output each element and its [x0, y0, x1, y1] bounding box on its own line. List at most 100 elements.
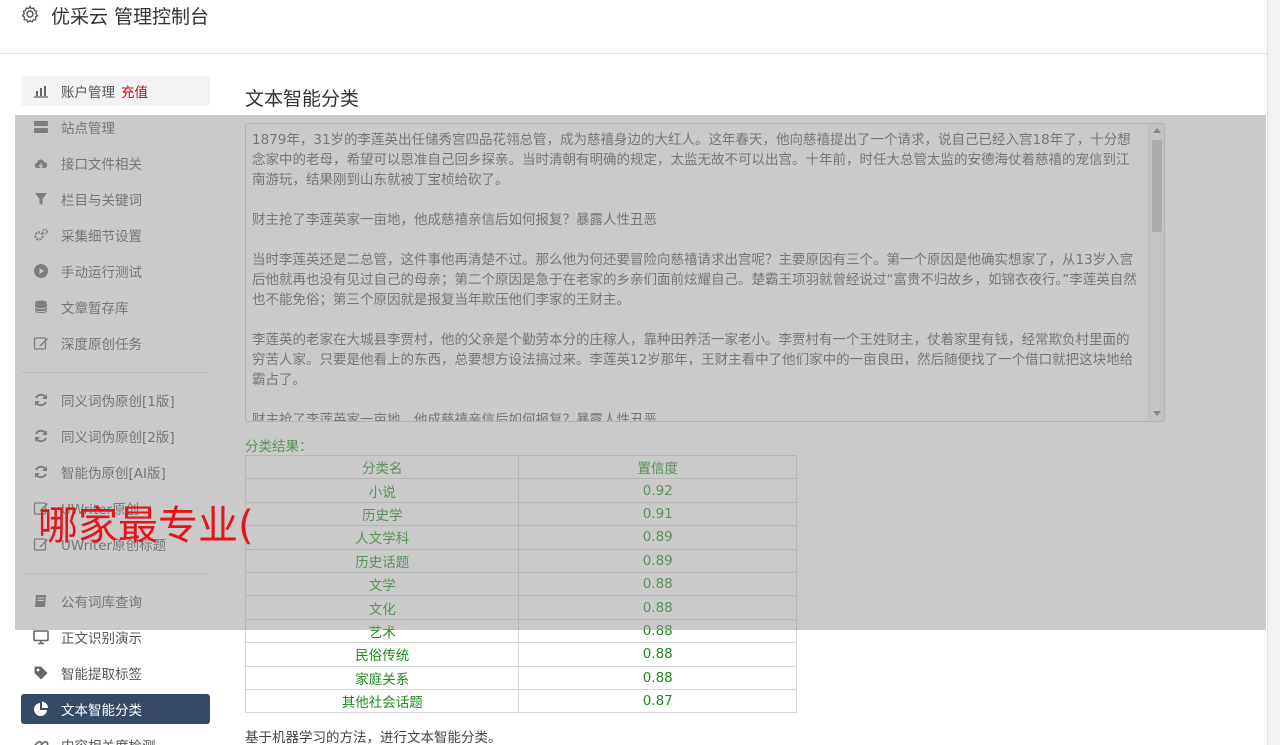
- edit-icon: [32, 335, 49, 352]
- text-paragraph: 财主抢了李莲英家一亩地，他成慈禧亲信后如何报复？暴露人性丑恶: [252, 412, 657, 422]
- table-row: 艺术 0.88: [244, 618, 797, 644]
- refresh-icon: [32, 464, 49, 481]
- category-cell: 文化: [244, 595, 520, 620]
- watermark-text: 哪家最专业(: [38, 503, 254, 549]
- sidebar-item-label: 内容相关度检测: [61, 735, 156, 745]
- refresh-icon: [32, 392, 49, 409]
- sidebar-item-interface[interactable]: 接口文件相关: [21, 148, 210, 178]
- tag-icon: [32, 665, 49, 682]
- gear-icon: [20, 4, 40, 24]
- table-row: 人文学科 0.89: [244, 525, 797, 550]
- text-paragraph: 1879年，31岁的李莲英出任储秀宫四品花翎总管，成为慈禧身边的大红人。这年春天…: [252, 132, 1131, 188]
- sidebar-item-keywords[interactable]: 栏目与关键词: [21, 184, 210, 214]
- column-header: 分类名: [244, 454, 520, 480]
- sidebar-item-account[interactable]: 账户管理 充值: [21, 76, 210, 106]
- sidebar-item-relevance[interactable]: 内容相关度检测: [21, 730, 210, 745]
- page-title: 文本智能分类: [245, 88, 360, 110]
- sidebar-item-label: 文本智能分类: [61, 703, 142, 719]
- category-cell: 历史话题: [244, 548, 520, 573]
- sidebar-item-label: 文章暂存库: [61, 301, 129, 317]
- sidebar-item-synonym-v2[interactable]: 同义词伪原创[2版]: [21, 421, 210, 451]
- sidebar-item-label: 栏目与关键词: [61, 193, 142, 209]
- sidebar-item-label: 同义词伪原创[1版]: [61, 394, 175, 410]
- classification-table: 分类名 置信度 小说 0.92 历史学 0.91 人文学科 0.89 历史话题 0.89…: [244, 454, 797, 714]
- sidebar-item-label: 同义词伪原创[2版]: [61, 430, 175, 446]
- sidebar-item-collect-settings[interactable]: 采集细节设置: [21, 220, 210, 250]
- sidebar-item-label: 正文识别演示: [61, 631, 142, 647]
- confidence-cell: 0.88: [518, 571, 797, 597]
- table-row: 民俗传统 0.88: [244, 642, 797, 667]
- monitor-icon: [32, 629, 49, 646]
- text-paragraph: 李莲英的老家在大城县李贾村，他的父亲是个勤劳本分的庄稼人，靠种田养活一家老小。李…: [252, 332, 1134, 388]
- sidebar-item-label: 站点管理: [61, 121, 115, 137]
- confidence-cell: 0.88: [518, 665, 797, 690]
- textarea-scrollbar[interactable]: [1148, 124, 1164, 421]
- category-cell: 文学: [244, 571, 520, 597]
- text-content: 1879年，31岁的李莲英出任储秀宫四品花翎总管，成为慈禧身边的大红人。这年春天…: [252, 130, 1142, 422]
- sidebar-item-synonym-v1[interactable]: 同义词伪原创[1版]: [21, 385, 210, 415]
- sidebar-item-label: 智能伪原创[AI版]: [61, 466, 166, 482]
- sidebar-item-site[interactable]: 站点管理: [21, 112, 210, 142]
- sidebar-item-label: 账户管理: [61, 85, 115, 101]
- confidence-cell: 0.89: [518, 525, 797, 550]
- nav-divider: [21, 372, 210, 373]
- confidence-cell: 0.89: [518, 548, 797, 573]
- method-note: 基于机器学习的方法，进行文本智能分类。: [245, 730, 502, 745]
- table-row: 文化 0.88: [244, 595, 797, 620]
- result-label: 分类结果：: [245, 439, 313, 455]
- pie-chart-icon: [32, 701, 49, 718]
- link-icon: [32, 737, 49, 745]
- book-icon: [32, 593, 49, 610]
- sidebar-item-manual-run[interactable]: 手动运行测试: [21, 256, 210, 286]
- database-icon: [32, 299, 49, 316]
- server-icon: [32, 119, 49, 136]
- confidence-cell: 0.91: [518, 501, 797, 527]
- sidebar-item-label: 智能提取标签: [61, 667, 142, 683]
- table-row: 其他社会话题 0.87: [244, 688, 797, 714]
- category-cell: 民俗传统: [244, 642, 520, 667]
- confidence-cell: 0.87: [518, 688, 797, 714]
- category-cell: 小说: [244, 478, 520, 503]
- window-scrollbar[interactable]: [1267, 0, 1280, 745]
- sidebar-item-label: 手动运行测试: [61, 265, 142, 281]
- column-header: 置信度: [518, 454, 797, 480]
- nav-divider: [21, 573, 210, 574]
- scroll-down-icon[interactable]: [1153, 411, 1161, 416]
- sidebar-item-article-store[interactable]: 文章暂存库: [21, 292, 210, 322]
- text-input-area[interactable]: 1879年，31岁的李莲英出任储秀宫四品花翎总管，成为慈禧身边的大红人。这年春天…: [245, 123, 1165, 422]
- sidebar-item-label: 深度原创任务: [61, 337, 142, 353]
- sidebar-item-content-recognition[interactable]: 正文识别演示: [21, 622, 210, 652]
- sidebar-item-public-lexicon[interactable]: 公有词库查询: [21, 586, 210, 616]
- confidence-cell: 0.88: [518, 618, 797, 644]
- confidence-cell: 0.88: [518, 595, 797, 620]
- sidebar-item-text-classify[interactable]: 文本智能分类: [21, 694, 210, 724]
- recharge-link[interactable]: 充值: [121, 81, 148, 101]
- category-cell: 其他社会话题: [244, 688, 520, 714]
- sidebar-item-deep-original[interactable]: 深度原创任务: [21, 328, 210, 358]
- table-row: 历史学 0.91: [244, 501, 797, 527]
- sidebar-item-label: 公有词库查询: [61, 595, 142, 611]
- app-title: 优采云 管理控制台: [51, 6, 210, 28]
- category-cell: 艺术: [244, 618, 520, 644]
- sidebar-item-label: 接口文件相关: [61, 157, 142, 173]
- table-row: 历史话题 0.89: [244, 548, 797, 573]
- refresh-icon: [32, 428, 49, 445]
- confidence-cell: 0.92: [518, 478, 797, 503]
- bar-chart-icon: [32, 83, 49, 100]
- scroll-thumb[interactable]: [1152, 140, 1162, 232]
- sidebar-item-ai-rewrite[interactable]: 智能伪原创[AI版]: [21, 457, 210, 487]
- cogs-icon: [32, 227, 49, 244]
- table-row: 文学 0.88: [244, 571, 797, 597]
- category-cell: 历史学: [244, 501, 520, 527]
- category-cell: 家庭关系: [244, 665, 520, 690]
- scroll-up-icon[interactable]: [1153, 128, 1161, 133]
- sidebar-item-label: 采集细节设置: [61, 229, 142, 245]
- table-header-row: 分类名 置信度: [244, 454, 797, 480]
- cloud-download-icon: [32, 155, 49, 172]
- sidebar-item-extract-tags[interactable]: 智能提取标签: [21, 658, 210, 688]
- top-header: 优采云 管理控制台: [0, 0, 1268, 54]
- filter-icon: [32, 191, 49, 208]
- table-row: 小说 0.92: [244, 478, 797, 503]
- confidence-cell: 0.88: [518, 642, 797, 667]
- text-paragraph: 财主抢了李莲英家一亩地，他成慈禧亲信后如何报复？暴露人性丑恶: [252, 212, 657, 228]
